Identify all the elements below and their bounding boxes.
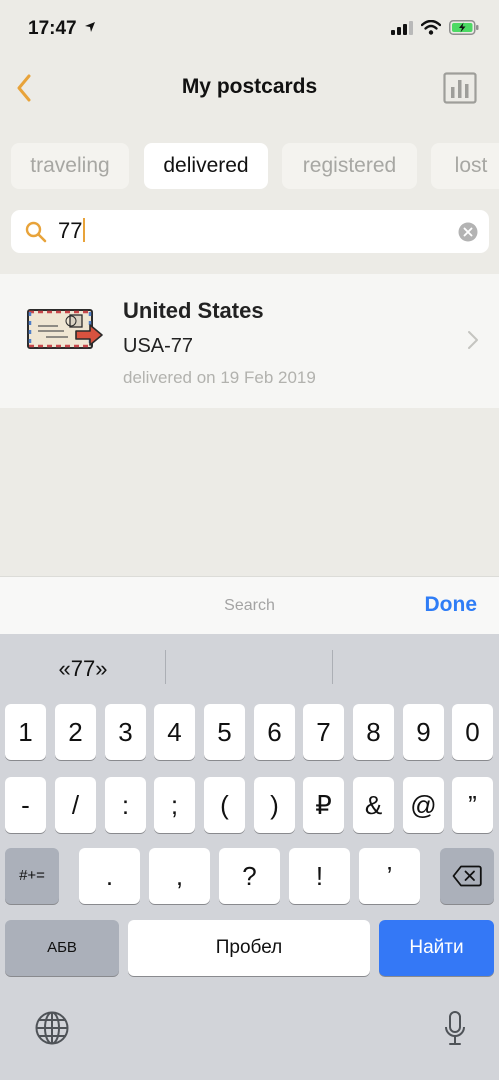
suggestion-1[interactable]: «77» xyxy=(0,634,166,700)
text-caret xyxy=(83,218,86,242)
key-semicolon[interactable]: ; xyxy=(154,777,195,833)
key-5[interactable]: 5 xyxy=(204,704,245,760)
search-input-value: 77 xyxy=(58,218,83,243)
key-open-paren[interactable]: ( xyxy=(204,777,245,833)
backspace-icon xyxy=(452,865,482,887)
key-0[interactable]: 0 xyxy=(452,704,493,760)
tab-lost[interactable]: lost xyxy=(431,143,499,189)
search-go-key[interactable]: Найти xyxy=(379,920,494,976)
key-apostrophe[interactable]: ’ xyxy=(359,848,420,904)
clear-icon[interactable] xyxy=(458,222,478,242)
search-field[interactable]: 77 xyxy=(11,210,489,253)
search-input[interactable]: 77 xyxy=(58,218,86,244)
tab-registered[interactable]: registered xyxy=(282,143,417,189)
key-hyphen[interactable]: - xyxy=(5,777,46,833)
key-9[interactable]: 9 xyxy=(403,704,444,760)
list-item[interactable]: United States USA-77 delivered on 19 Feb… xyxy=(0,274,499,408)
key-slash[interactable]: / xyxy=(55,777,96,833)
key-comma[interactable]: , xyxy=(149,848,210,904)
page-title: My postcards xyxy=(181,75,318,98)
statistics-button[interactable] xyxy=(443,72,477,104)
key-6[interactable]: 6 xyxy=(254,704,295,760)
search-icon xyxy=(25,221,47,243)
filter-tabs: traveling delivered registered lost xyxy=(11,143,499,189)
key-quote[interactable]: ” xyxy=(452,777,493,833)
key-colon[interactable]: : xyxy=(105,777,146,833)
keyboard: «77» 1 2 3 4 5 6 7 8 9 0 - / : ; ( ) ₽ &… xyxy=(0,634,499,1080)
key-ampersand[interactable]: & xyxy=(353,777,394,833)
microphone-icon[interactable] xyxy=(444,1010,466,1048)
key-3[interactable]: 3 xyxy=(105,704,146,760)
bar-chart-icon xyxy=(443,72,477,104)
chevron-right-icon xyxy=(468,331,478,349)
postcard-status: delivered on 19 Feb 2019 xyxy=(123,368,316,387)
alphabet-mode-key[interactable]: АБВ xyxy=(5,920,119,976)
tab-delivered[interactable]: delivered xyxy=(144,143,268,189)
key-question[interactable]: ? xyxy=(219,848,280,904)
done-button[interactable]: Done xyxy=(425,593,478,617)
suggestion-3[interactable] xyxy=(333,634,499,700)
nav-bar: My postcards xyxy=(0,60,499,116)
key-exclamation[interactable]: ! xyxy=(289,848,350,904)
postcard-country: United States xyxy=(123,298,264,323)
space-key[interactable]: Пробел xyxy=(128,920,370,976)
battery-charging-icon xyxy=(449,20,479,35)
key-period[interactable]: . xyxy=(79,848,140,904)
key-1[interactable]: 1 xyxy=(5,704,46,760)
suggestion-2[interactable] xyxy=(166,634,332,700)
status-bar: 17:47 xyxy=(0,0,499,60)
envelope-arrow-icon xyxy=(27,309,103,349)
location-arrow-icon xyxy=(85,22,95,32)
key-2[interactable]: 2 xyxy=(55,704,96,760)
key-at[interactable]: @ xyxy=(403,777,444,833)
cellular-signal-icon xyxy=(391,20,413,35)
globe-icon[interactable] xyxy=(34,1010,70,1046)
tab-traveling[interactable]: traveling xyxy=(11,143,129,189)
keyboard-accessory-bar: Search Done xyxy=(0,576,499,634)
status-time: 17:47 xyxy=(28,18,77,39)
wifi-icon xyxy=(421,20,441,35)
postcard-code: USA-77 xyxy=(123,335,194,357)
status-indicators xyxy=(391,20,479,35)
key-8[interactable]: 8 xyxy=(353,704,394,760)
key-4[interactable]: 4 xyxy=(154,704,195,760)
symbols-mode-key[interactable]: #+= xyxy=(5,848,59,904)
key-7[interactable]: 7 xyxy=(303,704,344,760)
key-close-paren[interactable]: ) xyxy=(254,777,295,833)
backspace-key[interactable] xyxy=(440,848,494,904)
key-ruble[interactable]: ₽ xyxy=(303,777,344,833)
